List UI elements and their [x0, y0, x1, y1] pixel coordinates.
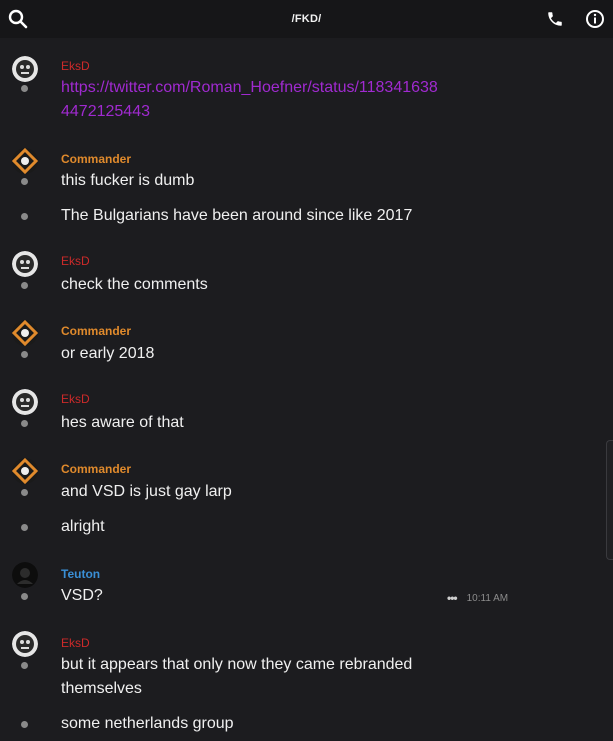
message-dot	[21, 420, 28, 427]
message-text: check the comments	[61, 276, 208, 293]
author-name[interactable]: EksD	[61, 392, 90, 406]
message-dot	[21, 85, 28, 92]
author-name[interactable]: Commander	[61, 462, 131, 476]
avatar-eksd[interactable]	[12, 251, 38, 277]
message-dot	[21, 489, 28, 496]
message-text: The Bulgarians have been around since li…	[61, 207, 413, 224]
link-line-2[interactable]: 4472125443	[61, 103, 150, 120]
message-link[interactable]: https://twitter.com/Roman_Hoefner/status…	[61, 79, 438, 120]
author-name[interactable]: Teuton	[61, 567, 100, 581]
author-name[interactable]: EksD	[61, 636, 90, 650]
avatar-eksd[interactable]	[12, 389, 38, 415]
message-dot	[21, 213, 28, 220]
message-dot	[21, 662, 28, 669]
chat-header: /FKD/	[0, 0, 613, 38]
avatar-eksd[interactable]	[12, 631, 38, 657]
message-dot	[21, 593, 28, 600]
message-text: but it appears that only now they came r…	[61, 653, 461, 701]
avatar-commander[interactable]	[12, 148, 38, 174]
message-text: alright	[61, 518, 105, 535]
message-dot	[21, 282, 28, 289]
message-line: but it appears that only now they came r…	[61, 656, 413, 673]
message-text: this fucker is dumb	[61, 172, 195, 189]
message-list: EksD https://twitter.com/Roman_Hoefner/s…	[0, 38, 613, 741]
message-meta: ••• 10:11 AM	[447, 591, 508, 605]
message-dot	[21, 524, 28, 531]
link-line-1[interactable]: https://twitter.com/Roman_Hoefner/status…	[61, 79, 438, 96]
avatar-teuton[interactable]	[12, 562, 38, 588]
message-dot	[21, 351, 28, 358]
avatar-commander[interactable]	[12, 458, 38, 484]
author-name[interactable]: EksD	[61, 59, 90, 73]
author-name[interactable]: Commander	[61, 152, 131, 166]
message-text: https://twitter.com/Roman_Hoefner/status…	[61, 76, 461, 124]
message-timestamp: 10:11 AM	[466, 592, 509, 604]
message-text: or early 2018	[61, 345, 155, 362]
message-dot	[21, 721, 28, 728]
scrollbar[interactable]	[606, 440, 613, 560]
search-icon[interactable]	[6, 7, 30, 31]
author-name[interactable]: Commander	[61, 324, 131, 338]
message-text: some netherlands group	[61, 715, 234, 732]
avatar-commander[interactable]	[12, 320, 38, 346]
message-text: VSD?	[61, 587, 103, 604]
message-dot	[21, 178, 28, 185]
message-text: and VSD is just gay larp	[61, 483, 232, 500]
more-options-icon[interactable]: •••	[447, 591, 458, 605]
channel-title: /FKD/	[291, 13, 322, 25]
message-line: themselves	[61, 680, 142, 697]
author-name[interactable]: EksD	[61, 254, 90, 268]
avatar-eksd[interactable]	[12, 56, 38, 82]
message-text: hes aware of that	[61, 414, 184, 431]
info-icon[interactable]	[583, 7, 607, 31]
phone-icon[interactable]	[543, 7, 567, 31]
